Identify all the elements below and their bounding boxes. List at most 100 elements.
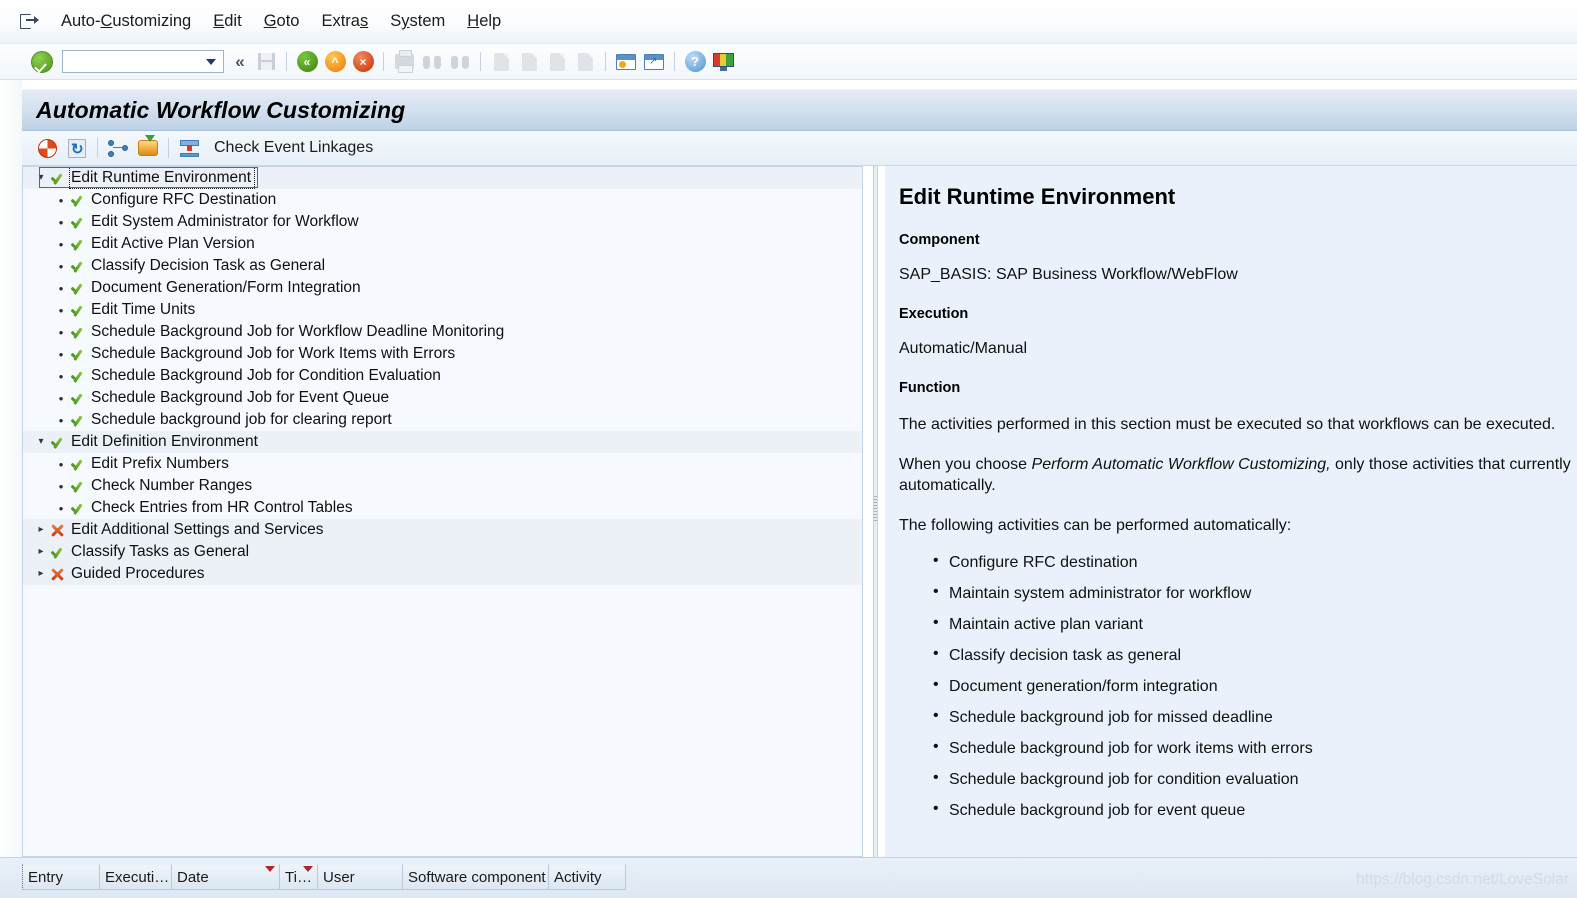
tree-node[interactable]: • Configure RFC Destination <box>23 189 862 211</box>
detail-heading-component: Component <box>899 232 980 248</box>
tree-node-label: Guided Procedures <box>71 565 205 582</box>
history-back-icon[interactable]: « <box>224 49 252 75</box>
tree-node[interactable]: ▾ Edit Runtime Environment <box>23 167 862 189</box>
tree-node-label: Edit Runtime Environment <box>68 167 256 189</box>
chevron-down-icon[interactable]: ▾ <box>35 173 47 183</box>
table-column-header[interactable]: Executi… <box>100 864 172 890</box>
refresh-icon[interactable] <box>62 134 92 162</box>
tree-node[interactable]: ▾ Edit Definition Environment <box>23 431 862 453</box>
chevron-right-icon[interactable]: ▸ <box>35 569 47 579</box>
tree-node-label: Document Generation/Form Integration <box>91 279 361 296</box>
tree-node-label: Schedule background job for clearing rep… <box>91 411 392 428</box>
create-session-icon[interactable] <box>612 49 640 75</box>
tree-bullet-icon: • <box>58 324 64 340</box>
tree-node[interactable]: ▸ Classify Tasks as General <box>23 541 862 563</box>
create-shortcut-icon[interactable]: ↗ <box>640 49 668 75</box>
tree-node[interactable]: • Schedule background job for clearing re… <box>23 409 862 431</box>
detail-paragraph-2-emphasis: Perform Automatic Workflow Customizing, <box>1031 455 1331 473</box>
detail-bullet-list: Configure RFC destination Maintain system… <box>899 552 1577 820</box>
splitter-grip[interactable] <box>874 496 877 522</box>
sort-indicator-icon[interactable] <box>303 866 313 872</box>
tree-bullet-icon: • <box>58 412 64 428</box>
table-column-header[interactable]: Software component <box>403 864 549 890</box>
tree-node[interactable]: • Schedule Background Job for Work Items … <box>23 343 862 365</box>
tree-node[interactable]: • Schedule Background Job for Event Queue <box>23 387 862 409</box>
status-ok-icon <box>69 237 86 252</box>
help-icon[interactable]: ? <box>681 49 709 75</box>
sort-indicator-icon[interactable] <box>265 866 275 872</box>
customize-layout-icon[interactable] <box>709 49 737 75</box>
main-content: ▾ Edit Runtime Environment • Configure RFC … <box>22 166 1577 857</box>
back-icon[interactable]: « <box>293 49 321 75</box>
toolbar-divider <box>605 52 606 71</box>
cancel-icon[interactable]: × <box>349 49 377 75</box>
detail-paragraph-1: The activities performed in this section… <box>899 416 1556 433</box>
menu-item-edit[interactable]: Edit <box>202 10 252 33</box>
tree-node-label: Configure RFC Destination <box>91 191 277 208</box>
detail-bullet-item: Configure RFC destination <box>899 552 1577 572</box>
toolbar-divider <box>674 52 675 71</box>
detail-value-execution: Automatic/Manual <box>899 340 1028 357</box>
tree-node-label: Check Number Ranges <box>91 477 253 494</box>
tree-node-label: Schedule Background Job for Work Items w… <box>91 345 456 362</box>
pane-splitter[interactable] <box>863 166 885 857</box>
perform-automatic-customizing-icon[interactable] <box>32 134 62 162</box>
table-column-header[interactable]: Ti… <box>280 864 318 890</box>
menu-item-goto[interactable]: Goto <box>253 10 311 33</box>
customizing-tree-pane: ▾ Edit Runtime Environment • Configure RFC … <box>22 166 863 857</box>
status-ok-icon <box>69 347 86 362</box>
tree-bullet-icon: • <box>58 368 64 384</box>
tree-bullet-icon: • <box>58 302 64 318</box>
bottom-status-area: Entry Executi… Date Ti… User Software compone… <box>0 857 1577 898</box>
exit-icon[interactable]: ^ <box>321 49 349 75</box>
detail-heading-function: Function <box>899 380 961 396</box>
status-ok-icon <box>69 501 86 516</box>
session-menu-icon[interactable] <box>14 11 40 33</box>
tree-node[interactable]: ▸ Edit Additional Settings and Services <box>23 519 862 541</box>
left-rail <box>0 80 22 857</box>
tree-node[interactable]: • Schedule Background Job for Workflow De… <box>23 321 862 343</box>
tree-node[interactable]: • Edit Time Units <box>23 299 862 321</box>
customizing-tree[interactable]: ▾ Edit Runtime Environment • Configure RFC … <box>23 167 862 856</box>
page-title: Automatic Workflow Customizing <box>36 96 406 123</box>
tree-node[interactable]: • Edit Active Plan Version <box>23 233 862 255</box>
status-error-icon <box>49 567 66 582</box>
table-column-header-label: Entry <box>28 868 64 886</box>
find-icon <box>418 49 446 75</box>
tree-bullet-icon: • <box>58 478 64 494</box>
menu-item-auto-customizing[interactable]: Auto-Customizing <box>50 10 202 33</box>
chevron-down-icon[interactable] <box>206 58 216 65</box>
check-event-linkages-button[interactable]: Check Event Linkages <box>214 139 373 157</box>
menu-item-system[interactable]: System <box>379 10 456 33</box>
tree-node[interactable]: • Classify Decision Task as General <box>23 255 862 277</box>
tree-node[interactable]: • Document Generation/Form Integration <box>23 277 862 299</box>
tree-node[interactable]: ▸ Guided Procedures <box>23 563 862 585</box>
table-column-header[interactable]: Date <box>172 864 280 890</box>
status-ok-icon <box>49 171 66 186</box>
command-field[interactable] <box>62 50 224 73</box>
table-column-header[interactable]: Entry <box>22 864 100 890</box>
check-event-linkages-icon[interactable] <box>174 134 204 162</box>
tree-bullet-icon: • <box>58 192 64 208</box>
tree-bullet-icon: • <box>58 456 64 472</box>
workflow-network-icon[interactable] <box>103 134 133 162</box>
chevron-down-icon[interactable]: ▾ <box>35 437 47 447</box>
tree-node[interactable]: • Check Entries from HR Control Tables <box>23 497 862 519</box>
menu-item-help[interactable]: Help <box>456 10 512 33</box>
chevron-right-icon[interactable]: ▸ <box>35 547 47 557</box>
tree-node-label: Check Entries from HR Control Tables <box>91 499 353 516</box>
enter-ok-icon[interactable] <box>31 50 53 73</box>
detail-bullet-item: Schedule background job for missed deadl… <box>899 707 1577 727</box>
tree-node[interactable]: • Edit System Administrator for Workflow <box>23 211 862 233</box>
tree-node-label: Edit Additional Settings and Services <box>71 521 324 538</box>
gold-packet-icon[interactable] <box>133 134 163 162</box>
menu-item-extras[interactable]: Extras <box>310 10 379 33</box>
table-column-header[interactable]: Activity <box>549 864 626 890</box>
tree-node[interactable]: • Check Number Ranges <box>23 475 862 497</box>
tree-node-label: Edit Prefix Numbers <box>91 455 229 472</box>
detail-bullet-item: Maintain system administrator for workfl… <box>899 583 1577 603</box>
tree-node[interactable]: • Schedule Background Job for Condition E… <box>23 365 862 387</box>
chevron-right-icon[interactable]: ▸ <box>35 525 47 535</box>
table-column-header[interactable]: User <box>318 864 403 890</box>
tree-node[interactable]: • Edit Prefix Numbers <box>23 453 862 475</box>
